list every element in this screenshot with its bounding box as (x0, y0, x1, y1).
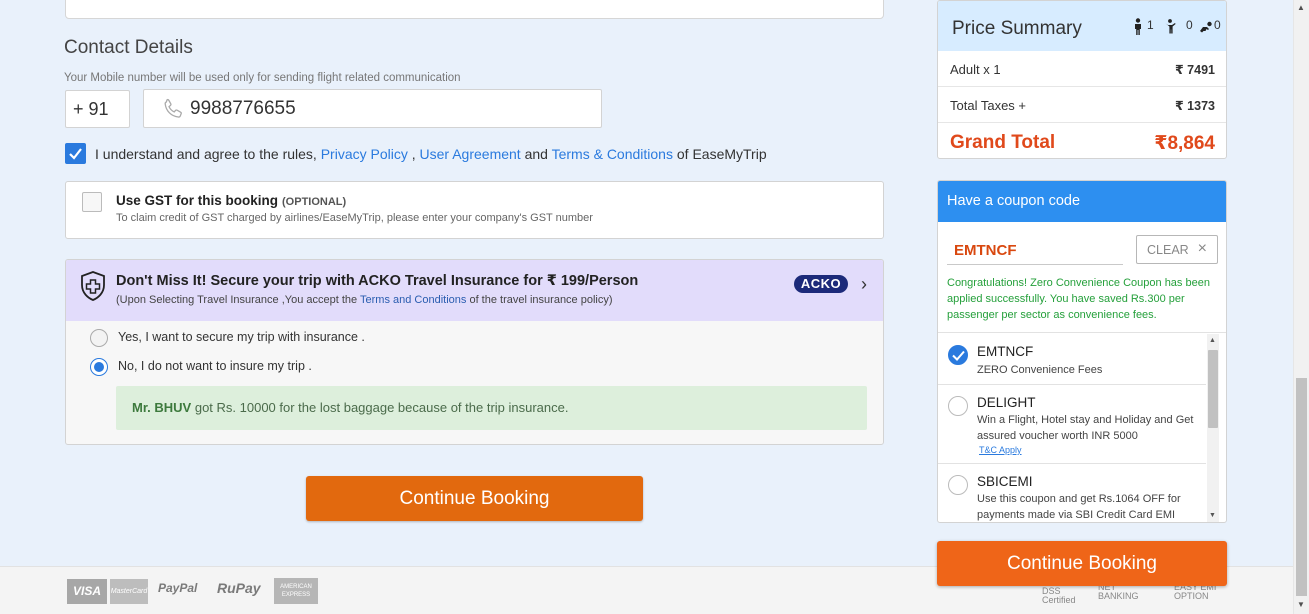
adult-count: 1 (1147, 18, 1154, 32)
grand-total-label: Grand Total (950, 132, 1056, 153)
insurance-no-label[interactable]: No, I do not want to insure my trip . (118, 359, 312, 373)
agree-text: I understand and agree to the rules, Pri… (95, 146, 767, 162)
net-banking-label-2: BANKING (1098, 591, 1139, 601)
coupon-header: Have a coupon code (938, 181, 1226, 222)
gst-checkbox[interactable] (82, 192, 102, 212)
terms-conditions-link[interactable]: Terms & Conditions (552, 146, 673, 162)
insurance-subtitle: (Upon Selecting Travel Insurance ,You ac… (116, 294, 613, 306)
scroll-down-arrow-icon[interactable]: ▼ (1209, 512, 1216, 519)
coupon-item[interactable]: EMTNCF ZERO Convenience Fees (938, 333, 1206, 385)
testimonial-name: Mr. BHUV (132, 400, 192, 415)
previous-section-card (65, 0, 884, 19)
coupon-description: Win a Flight, Hotel stay and Holiday and… (977, 414, 1194, 442)
insurance-card: Don't Miss It! Secure your trip with ACK… (65, 259, 884, 445)
visa-logo: VISA (67, 579, 107, 604)
rupay-logo: RuPay (217, 580, 261, 596)
mobile-number-value: 9988776655 (190, 98, 296, 119)
insurance-terms-link[interactable]: Terms and Conditions (360, 294, 466, 306)
chevron-right-icon[interactable]: › (861, 274, 867, 295)
insurance-title: Don't Miss It! Secure your trip with ACK… (116, 273, 639, 289)
price-row-value: ₹ 1373 (1175, 99, 1215, 113)
clear-label: CLEAR (1147, 243, 1189, 257)
coupon-radio[interactable] (948, 475, 968, 495)
coupon-code: DELIGHT (977, 395, 1036, 410)
contact-details-title: Contact Details (64, 37, 193, 58)
coupon-item[interactable]: SBICEMI Use this coupon and get Rs.1064 … (938, 464, 1206, 522)
scroll-up-arrow-icon[interactable]: ▲ (1209, 337, 1216, 344)
check-icon (69, 148, 82, 160)
amex-logo: AMERICAN EXPRESS (274, 578, 318, 604)
clear-coupon-button[interactable]: CLEAR × (1136, 235, 1218, 264)
agree-suffix: of EaseMyTrip (672, 146, 767, 162)
grand-total-value: ₹8,864 (1154, 133, 1215, 154)
insurance-subtitle-prefix: (Upon Selecting Travel Insurance ,You ac… (116, 294, 360, 306)
agree-checkbox[interactable] (65, 143, 86, 164)
agree-text-prefix: I understand and agree to the rules, (95, 146, 321, 162)
gst-subtitle: To claim credit of GST charged by airlin… (116, 212, 593, 224)
price-row-label: Adult x 1 (950, 62, 1001, 77)
gst-card: Use GST for this booking (OPTIONAL) To cl… (65, 181, 884, 239)
coupon-list: EMTNCF ZERO Convenience Fees DELIGHT Win… (938, 332, 1226, 522)
coupon-description: Use this coupon and get Rs.1064 OFF for … (977, 493, 1181, 521)
emi-label-2: OPTION (1174, 591, 1209, 601)
price-row-taxes: Total Taxes + ₹ 1373 (938, 87, 1226, 123)
coupon-success-message: Congratulations! Zero Convenience Coupon… (947, 277, 1210, 321)
mastercard-logo: MasterCard (110, 579, 148, 604)
coupon-radio[interactable] (948, 396, 968, 416)
continue-booking-side-button[interactable]: Continue Booking (937, 541, 1227, 586)
privacy-policy-link[interactable]: Privacy Policy (321, 146, 408, 162)
page-scroll-down-icon[interactable]: ▼ (1297, 600, 1305, 609)
paypal-logo: PayPal (158, 581, 198, 595)
price-summary-card: Price Summary 1 0 0 Adult x 1 ₹ 7491 Tot… (937, 0, 1227, 159)
mobile-number-field[interactable]: 9988776655 (143, 89, 602, 128)
agree-separator: , (407, 146, 420, 162)
gst-title: Use GST for this booking (OPTIONAL) (116, 193, 346, 208)
coupon-radio[interactable] (948, 345, 968, 365)
testimonial-text: got Rs. 10000 for the lost baggage becau… (191, 400, 569, 415)
insurance-yes-label[interactable]: Yes, I want to secure my trip with insur… (118, 330, 365, 344)
coupon-description: ZERO Convenience Fees (977, 364, 1103, 376)
tc-apply-link[interactable]: T&C Apply (979, 445, 1022, 455)
dss-sub-label: Certified (1042, 595, 1076, 605)
coupon-scroll-thumb[interactable] (1208, 350, 1218, 428)
coupon-item[interactable]: DELIGHT Win a Flight, Hotel stay and Hol… (938, 385, 1206, 464)
user-agreement-link[interactable]: User Agreement (420, 146, 521, 162)
close-icon: × (1197, 240, 1207, 257)
country-code-field[interactable]: + 91 (65, 90, 130, 128)
page-scroll-up-icon[interactable]: ▲ (1297, 3, 1305, 12)
coupon-code: EMTNCF (977, 344, 1034, 359)
child-count: 0 (1186, 18, 1193, 32)
check-icon (952, 350, 965, 361)
price-summary-title: Price Summary (952, 18, 1082, 39)
child-icon (1165, 19, 1176, 34)
coupon-card: Have a coupon code EMTNCF CLEAR × Congra… (937, 180, 1227, 523)
gst-title-text: Use GST for this booking (116, 193, 279, 208)
price-row-label[interactable]: Total Taxes + (950, 98, 1026, 113)
grand-total-row: Grand Total ₹8,864 (938, 123, 1226, 158)
agree-and: and (520, 146, 552, 162)
price-row-value: ₹ 7491 (1175, 63, 1215, 77)
insurance-testimonial-banner: Mr. BHUV got Rs. 10000 for the lost bagg… (116, 386, 867, 430)
phone-icon (164, 98, 182, 118)
insurance-no-radio[interactable] (90, 358, 108, 376)
coupon-code-input[interactable]: EMTNCF (947, 238, 1123, 265)
coupon-scrollbar[interactable]: ▲ ▼ (1207, 334, 1219, 522)
shield-plus-icon (81, 271, 105, 301)
page-scroll-thumb[interactable] (1296, 378, 1307, 596)
dss-certified-badge: DSS Certified (1042, 587, 1076, 605)
coupon-code: SBICEMI (977, 474, 1033, 489)
page-scrollbar[interactable]: ▲ ▼ (1293, 0, 1309, 614)
acko-logo: ACKO (794, 275, 848, 293)
insurance-yes-radio[interactable] (90, 329, 108, 347)
insurance-subtitle-suffix: of the travel insurance policy) (466, 294, 613, 306)
price-summary-header: Price Summary 1 0 0 (938, 1, 1226, 51)
contact-details-subtitle: Your Mobile number will be used only for… (64, 72, 461, 84)
adult-icon (1135, 18, 1141, 35)
infant-count: 0 (1214, 18, 1221, 32)
price-row-adult: Adult x 1 ₹ 7491 (938, 51, 1226, 87)
infant-icon (1200, 21, 1212, 33)
continue-booking-button[interactable]: Continue Booking (306, 476, 643, 521)
gst-optional-label: (OPTIONAL) (282, 196, 347, 208)
insurance-header[interactable]: Don't Miss It! Secure your trip with ACK… (66, 260, 883, 321)
